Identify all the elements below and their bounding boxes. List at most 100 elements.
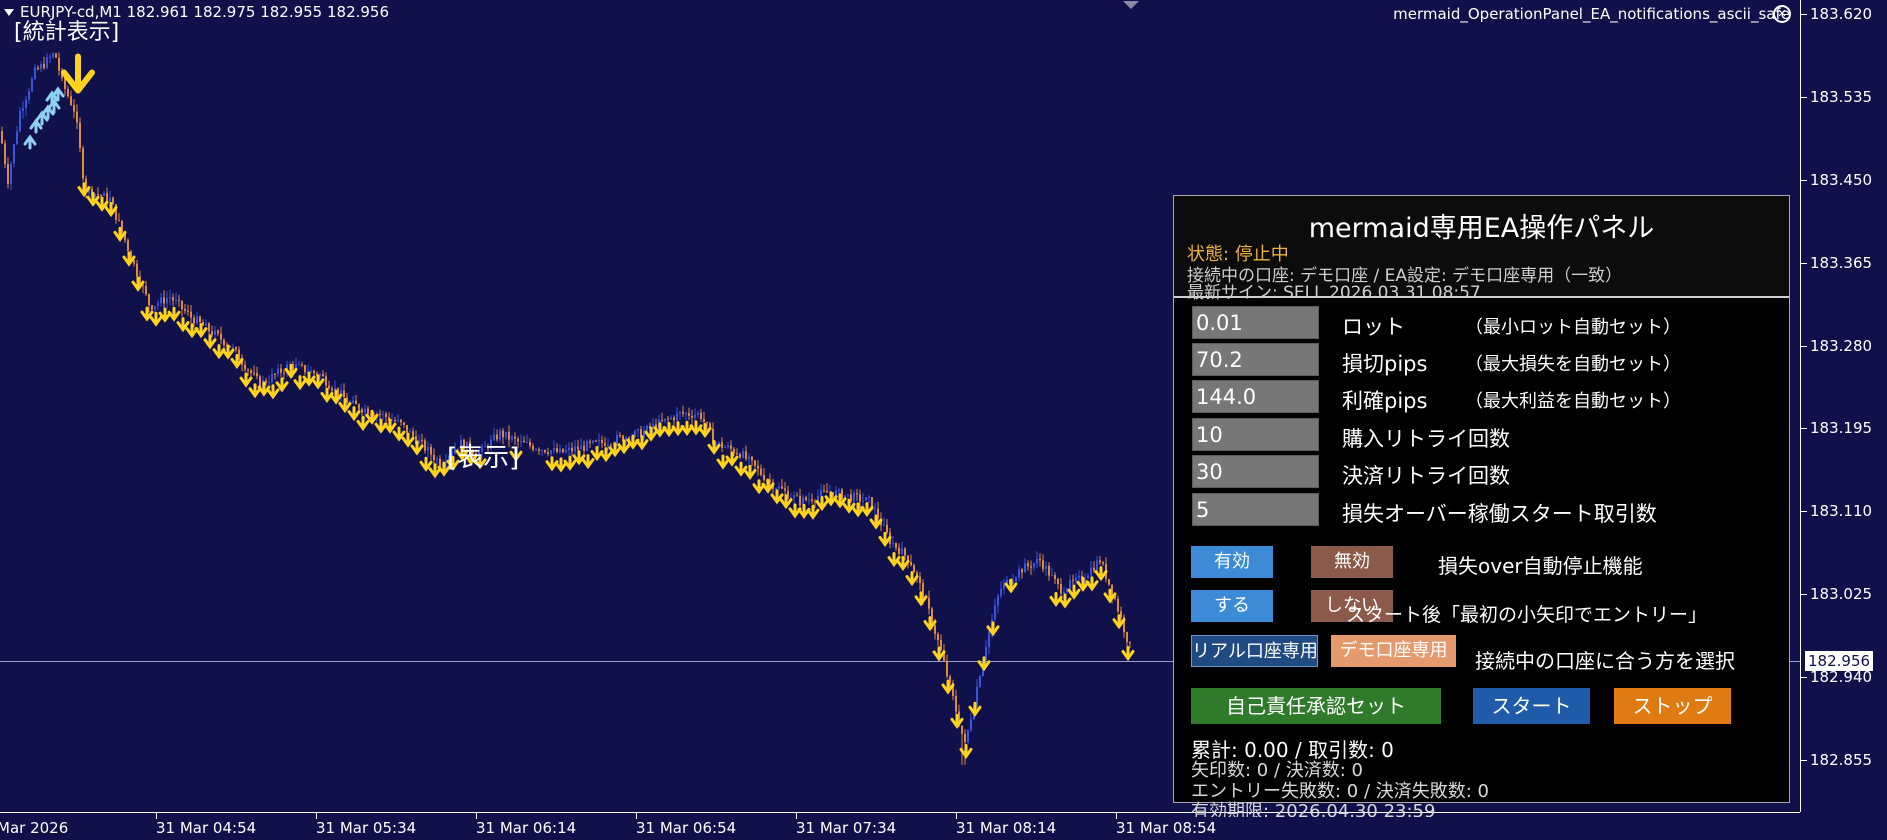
candle-body bbox=[775, 488, 777, 490]
takeprofit-input[interactable]: 144.0 bbox=[1192, 380, 1319, 413]
settle-retry-input[interactable]: 30 bbox=[1192, 455, 1319, 488]
candle-body bbox=[4, 143, 6, 164]
candle-body bbox=[331, 388, 333, 391]
candle-body bbox=[574, 446, 576, 452]
candle-body bbox=[1021, 569, 1023, 573]
ea-name-label: mermaid_OperationPanel_EA_notifications_… bbox=[1393, 5, 1790, 23]
display-toggle-button[interactable]: [表示] bbox=[447, 437, 519, 474]
candle-body bbox=[646, 425, 648, 431]
entry-yes-button[interactable]: する bbox=[1191, 590, 1273, 622]
candle-body bbox=[784, 488, 786, 491]
buy-retry-input[interactable]: 10 bbox=[1192, 418, 1319, 451]
big-sell-signal-arrow-icon bbox=[61, 53, 95, 94]
candle-body bbox=[22, 108, 24, 111]
candle-body bbox=[283, 372, 285, 374]
candle-body bbox=[19, 110, 21, 132]
time-axis-tick bbox=[636, 813, 637, 819]
candle-body bbox=[1033, 563, 1035, 568]
candle-body bbox=[79, 122, 81, 149]
candle-body bbox=[727, 445, 729, 448]
candle-body bbox=[547, 452, 549, 454]
sell-signal-arrow-icon bbox=[707, 439, 721, 455]
candle-body bbox=[1042, 560, 1044, 570]
candle-body bbox=[673, 417, 675, 421]
candle-body bbox=[157, 303, 159, 307]
candle-body bbox=[718, 442, 720, 444]
time-axis-label: 31 Mar 06:14 bbox=[476, 819, 577, 837]
disable-button[interactable]: 無効 bbox=[1311, 546, 1393, 578]
sell-signal-arrow-icon bbox=[230, 353, 244, 369]
lot-input[interactable]: 0.01 bbox=[1192, 306, 1319, 339]
price-axis[interactable]: 183.620 183.535 183.450 183.365 183.280 183.1… bbox=[1800, 0, 1887, 812]
candle-body bbox=[184, 309, 186, 311]
start-button[interactable]: スタート bbox=[1473, 688, 1590, 724]
sell-signal-arrow-icon bbox=[977, 656, 991, 672]
candle-body bbox=[328, 385, 330, 389]
candle-body bbox=[904, 548, 906, 556]
candle-body bbox=[682, 411, 684, 414]
candle-body bbox=[169, 297, 171, 299]
candle-body bbox=[244, 364, 246, 370]
takeprofit-label: 利確pips bbox=[1342, 389, 1428, 413]
candle-body bbox=[7, 163, 9, 184]
time-axis-label: 31 Mar 04:54 bbox=[156, 819, 257, 837]
candle-body bbox=[133, 260, 135, 264]
candle-body bbox=[706, 421, 708, 424]
candle-body bbox=[25, 99, 27, 109]
candle-body bbox=[1057, 579, 1059, 585]
candle-body bbox=[430, 446, 432, 455]
auto-stop-label: 損失over自動停止機能 bbox=[1438, 554, 1643, 578]
candle-body bbox=[97, 194, 99, 196]
stoploss-label: 損切pips bbox=[1342, 352, 1428, 376]
candle-body bbox=[700, 412, 702, 419]
stop-button[interactable]: ストップ bbox=[1614, 688, 1731, 724]
candle-body bbox=[1108, 579, 1110, 585]
candle-body bbox=[394, 420, 396, 422]
sell-signal-arrow-icon bbox=[752, 479, 766, 495]
candle-body bbox=[865, 497, 867, 501]
candle-body bbox=[1087, 575, 1089, 579]
real-account-button[interactable]: リアル口座専用 bbox=[1191, 635, 1318, 667]
loss-over-trades-input[interactable]: 5 bbox=[1192, 493, 1319, 526]
candle-body bbox=[82, 148, 84, 179]
sell-signal-arrow-icon bbox=[77, 182, 91, 198]
candle-body bbox=[13, 144, 15, 164]
self-responsibility-button[interactable]: 自己責任承認セット bbox=[1191, 688, 1441, 724]
candle-body bbox=[178, 299, 180, 301]
sell-signal-arrow-icon bbox=[239, 372, 253, 388]
price-axis-tick bbox=[1801, 179, 1807, 181]
candle-body bbox=[847, 494, 849, 496]
candle-body bbox=[400, 419, 402, 423]
candle-body bbox=[988, 632, 990, 648]
candle-body bbox=[127, 240, 129, 252]
candle-body bbox=[748, 456, 750, 459]
stats-toggle-button[interactable]: [統計表示] bbox=[14, 14, 119, 46]
stoploss-hint: （最大損失を自動セット） bbox=[1465, 354, 1681, 375]
candle-body bbox=[1, 131, 3, 144]
price-axis-label: 183.535 bbox=[1810, 87, 1873, 106]
stoploss-input[interactable]: 70.2 bbox=[1192, 343, 1319, 376]
candle-body bbox=[970, 719, 972, 730]
candle-body bbox=[781, 486, 783, 489]
candle-body bbox=[694, 414, 696, 418]
candle-body bbox=[586, 441, 588, 451]
candle-body bbox=[601, 439, 603, 443]
price-axis-tick bbox=[1801, 594, 1807, 596]
time-axis[interactable]: Mar 2026 31 Mar 04:54 31 Mar 05:34 31 Mar 0… bbox=[0, 812, 1800, 840]
candle-body bbox=[247, 369, 249, 371]
time-axis-label: 31 Mar 05:34 bbox=[316, 819, 417, 837]
sell-signal-arrow-icon bbox=[779, 494, 793, 510]
chart-menu-triangle-icon[interactable] bbox=[4, 9, 14, 16]
candle-body bbox=[826, 490, 828, 493]
price-axis-label: 183.450 bbox=[1810, 170, 1873, 189]
price-axis-label: 183.280 bbox=[1810, 336, 1873, 355]
candle-body bbox=[793, 495, 795, 499]
enable-button[interactable]: 有効 bbox=[1191, 546, 1273, 578]
price-axis-tick bbox=[1801, 96, 1807, 98]
candle-body bbox=[1102, 562, 1104, 564]
candle-body bbox=[181, 300, 183, 310]
shift-marker-icon[interactable] bbox=[1123, 1, 1139, 9]
candle-body bbox=[217, 330, 219, 334]
demo-account-button[interactable]: デモ口座専用 bbox=[1331, 635, 1456, 667]
close-icon[interactable]: ✕ bbox=[1773, 5, 1791, 23]
